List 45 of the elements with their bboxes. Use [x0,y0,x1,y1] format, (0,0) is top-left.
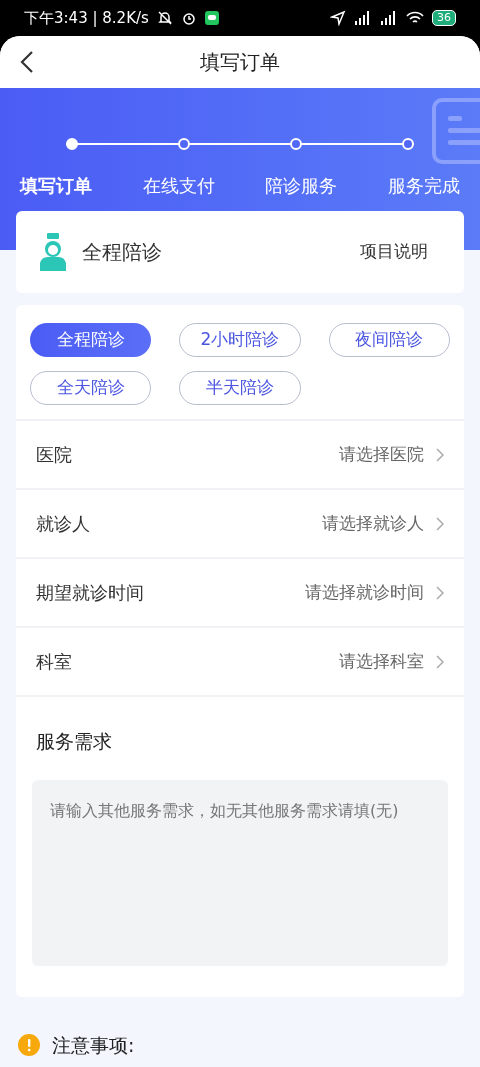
signal-icon [354,11,372,25]
signal-icon [380,11,398,25]
row-placeholder: 请选择医院 [339,442,424,466]
chevron-right-icon [436,654,444,669]
form-row[interactable]: 期望就诊时间 请选择就诊时间 [16,557,464,626]
option-chip[interactable]: 全程陪诊 [30,323,152,357]
back-icon [20,50,34,74]
row-label: 就诊人 [36,512,90,536]
back-button[interactable] [20,50,34,74]
chevron-right-icon [436,516,444,531]
step-label: 陪诊服务 [265,174,338,198]
chevron-right-icon [436,447,444,462]
row-label: 医院 [36,443,72,467]
wifi-icon [406,11,424,25]
service-name: 全程陪诊 [82,239,162,266]
location-icon [330,10,346,26]
option-chip[interactable]: 2小时陪诊 [179,323,301,357]
row-label: 科室 [36,650,72,674]
step-label: 在线支付 [142,174,215,198]
status-time: 下午3:43 | 8.2K/s [24,7,149,29]
bell-off-icon [156,10,173,26]
form-row[interactable]: 科室 请选择科室 [16,626,464,695]
row-label: 期望就诊时间 [36,581,144,605]
option-chip[interactable]: 夜间陪诊 [328,323,450,357]
project-info-link[interactable]: 项目说明 [360,239,428,265]
row-placeholder: 请选择就诊人 [322,511,424,535]
step-label: 填写订单 [20,174,92,198]
nurse-icon [40,233,66,271]
step-label: 服务完成 [387,174,460,198]
page-title: 填写订单 [200,49,280,76]
warning-icon [18,1033,40,1056]
row-placeholder: 请选择科室 [339,649,424,673]
document-icon [432,98,480,164]
needs-input[interactable]: 请输入其他服务需求，如无其他服务需求请填(无) [32,779,448,966]
form-row[interactable]: 就诊人 请选择就诊人 [16,488,464,557]
form-row[interactable]: 医院 请选择医院 [16,419,464,488]
battery-icon: 36 [432,10,456,26]
chevron-right-icon [436,585,444,600]
option-chip[interactable]: 全天陪诊 [30,371,152,405]
alarm-icon [180,10,197,26]
app-icon [204,11,219,25]
needs-title: 服务需求 [36,729,113,754]
option-chip[interactable]: 半天陪诊 [179,371,301,405]
notice-title: 注意事项: [52,1032,135,1058]
row-placeholder: 请选择就诊时间 [305,580,424,604]
